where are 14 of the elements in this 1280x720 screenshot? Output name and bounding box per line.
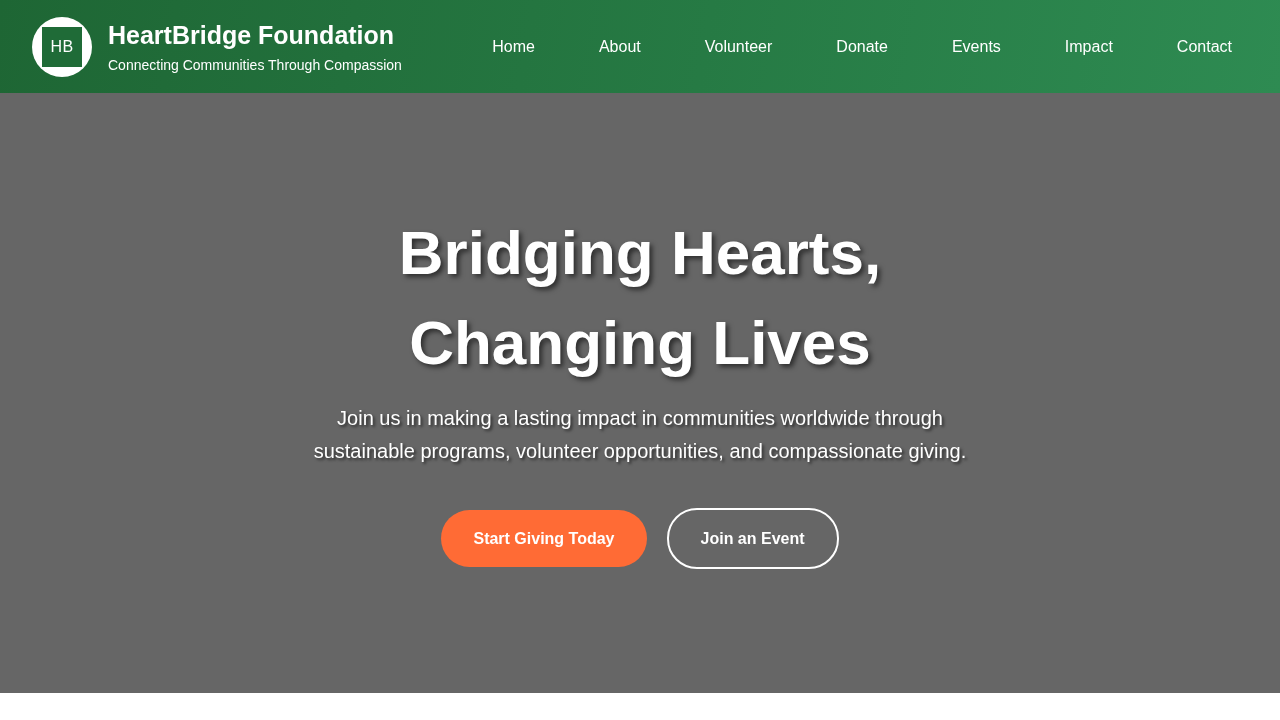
- nav-link[interactable]: Impact: [1048, 28, 1129, 65]
- hero-heading: Bridging Hearts, Changing Lives: [397, 216, 883, 379]
- nav-link[interactable]: Contact: [1160, 28, 1248, 65]
- nav-link[interactable]: About: [582, 28, 657, 65]
- join-event-button[interactable]: Join an Event: [666, 507, 839, 569]
- nav-link[interactable]: Home: [476, 28, 551, 65]
- nav-link[interactable]: Donate: [820, 28, 904, 65]
- logo-mark: HB: [32, 16, 92, 77]
- hero-description: Join us in making a lasting impact in communities worldwide through sustainable programs, volunteer opportunities, and compassionate giving.: [312, 405, 968, 464]
- nav-link[interactable]: Volunteer: [688, 28, 789, 65]
- site-title: HeartBridge Foundation: [108, 20, 395, 49]
- start-giving-button[interactable]: Start Giving Today: [441, 509, 647, 567]
- site-tagline: Connecting Communities Through Compassion: [108, 56, 402, 73]
- nav-link[interactable]: Events: [935, 28, 1017, 65]
